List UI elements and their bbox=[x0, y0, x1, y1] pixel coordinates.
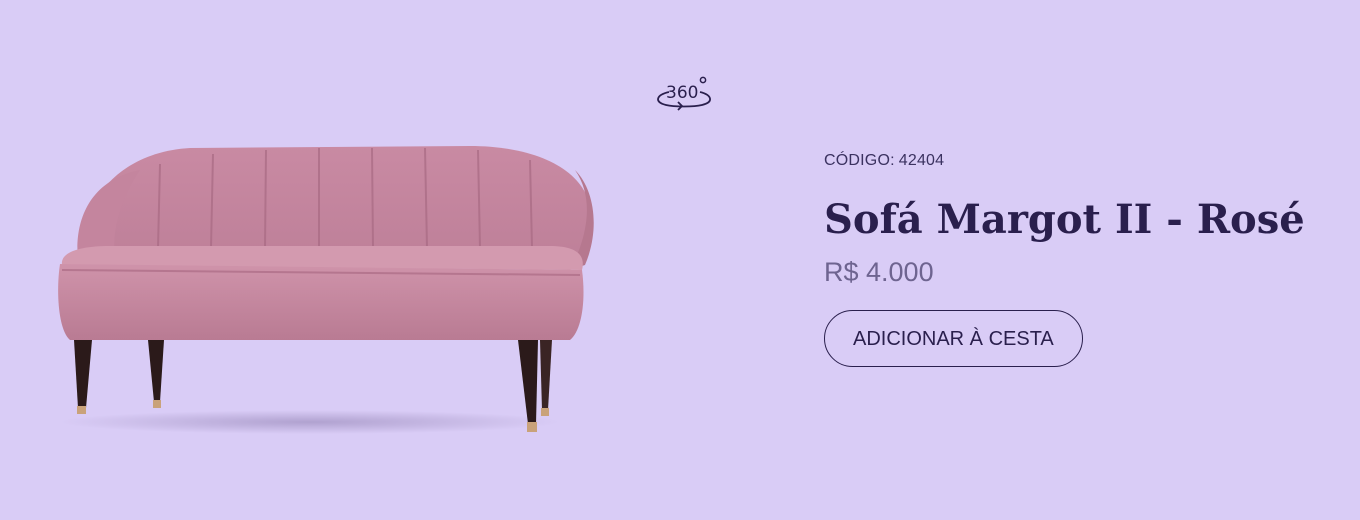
svg-text:360: 360 bbox=[666, 83, 698, 103]
product-code: CÓDIGO: 42404 bbox=[824, 150, 1344, 172]
rotate-360-icon: 360 bbox=[657, 76, 711, 111]
product-details: CÓDIGO: 42404 Sofá Margot II - Rosé R$ 4.… bbox=[824, 150, 1344, 367]
viewer-360-button[interactable]: 360 bbox=[652, 72, 716, 118]
product-code-label: CÓDIGO: bbox=[824, 152, 895, 169]
product-title: Sofá Margot II - Rosé bbox=[824, 196, 1305, 243]
add-to-cart-button[interactable]: ADICIONAR À CESTA bbox=[824, 310, 1083, 367]
sofa-image bbox=[58, 146, 594, 434]
product-image bbox=[30, 140, 610, 440]
product-price: R$ 4.000 bbox=[824, 257, 934, 287]
product-code-value: 42404 bbox=[898, 152, 945, 169]
